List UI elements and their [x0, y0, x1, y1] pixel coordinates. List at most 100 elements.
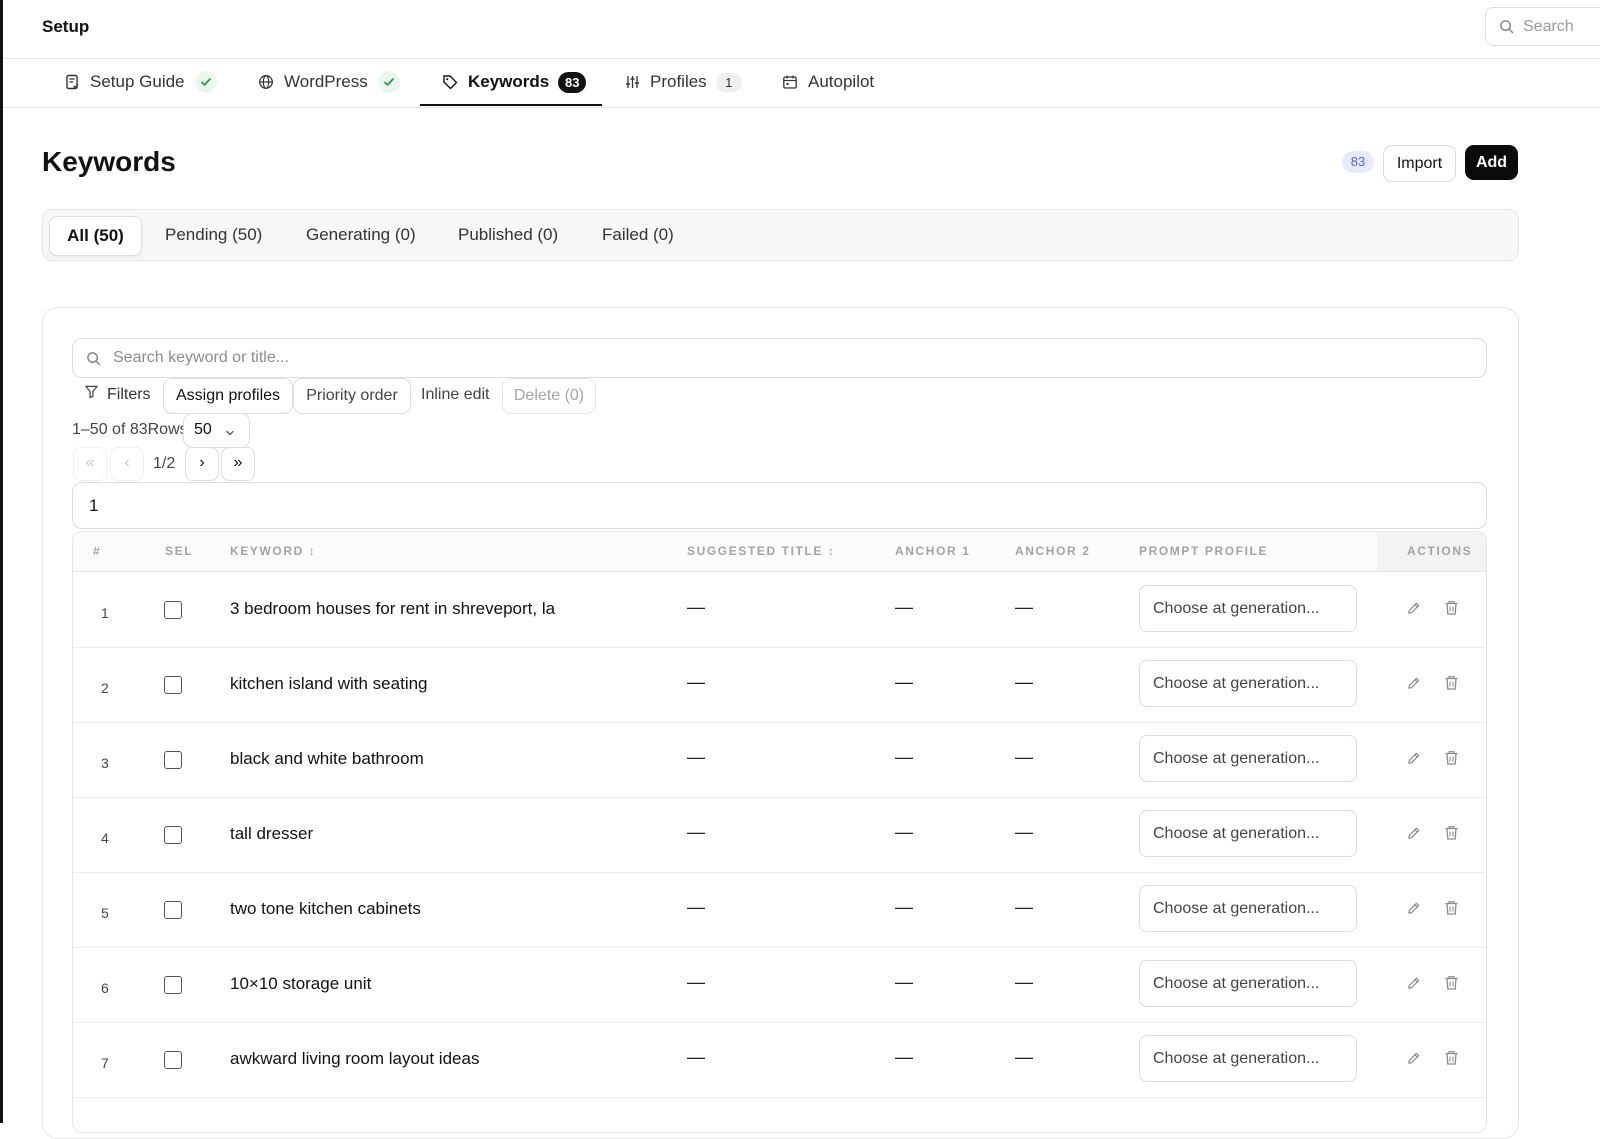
- row-suggested-title: —: [687, 1047, 705, 1067]
- header-anchor-2: ANCHOR 2: [1015, 544, 1091, 558]
- keyword-search-placeholder: Search keyword or title...: [113, 349, 290, 366]
- row-select-checkbox[interactable]: [164, 826, 182, 844]
- status-tab-all[interactable]: All (50): [49, 216, 142, 256]
- row-anchor-1: —: [895, 897, 913, 917]
- table-row: 7 awkward living room layout ideas — — — Choo…: [73, 1022, 1486, 1098]
- search-icon: [86, 351, 101, 371]
- row-anchor-1: —: [895, 597, 913, 617]
- next-page-button[interactable]: ›: [185, 447, 219, 481]
- status-tab-pending[interactable]: Pending (50): [165, 216, 262, 254]
- tab-setup-guide[interactable]: Setup Guide: [65, 58, 217, 106]
- row-keyword: kitchen island with seating: [230, 674, 428, 693]
- status-tab-generating[interactable]: Generating (0): [306, 216, 416, 254]
- row-number: 6: [101, 980, 109, 996]
- priority-order-button[interactable]: Priority order: [293, 378, 411, 414]
- row-keyword: 10×10 storage unit: [230, 974, 372, 993]
- row-prompt-profile-select[interactable]: Choose at generation...: [1139, 885, 1357, 932]
- rows-per-page-select[interactable]: 50: [183, 413, 250, 448]
- header-num: #: [93, 544, 102, 558]
- tab-count-badge: 83: [558, 71, 587, 93]
- document-check-icon: [65, 74, 80, 90]
- row-prompt-profile-select[interactable]: Choose at generation...: [1139, 660, 1357, 707]
- page-indicator: 1/2: [153, 455, 176, 472]
- window-edge: [0, 0, 3, 1123]
- row-select-checkbox[interactable]: [164, 601, 182, 619]
- first-page-button[interactable]: «: [73, 447, 107, 481]
- assign-profiles-button[interactable]: Assign profiles: [163, 378, 293, 414]
- globe-icon: [258, 74, 274, 90]
- status-tab-failed[interactable]: Failed (0): [602, 216, 674, 254]
- table-row: 6 10×10 storage unit — — — Choose at generati…: [73, 947, 1486, 1023]
- global-search-placeholder: Search: [1523, 18, 1574, 35]
- header-keyword[interactable]: KEYWORD ↕: [230, 544, 316, 558]
- row-suggested-title: —: [687, 672, 705, 692]
- pencil-icon[interactable]: [1406, 601, 1421, 621]
- row-suggested-title: —: [687, 822, 705, 842]
- tab-label: WordPress: [284, 72, 368, 91]
- pencil-icon[interactable]: [1406, 976, 1421, 996]
- row-anchor-1: —: [895, 1047, 913, 1067]
- pencil-icon[interactable]: [1406, 826, 1421, 846]
- delete-button[interactable]: Delete (0): [502, 378, 596, 414]
- last-page-button[interactable]: »: [221, 447, 255, 481]
- status-tab-published[interactable]: Published (0): [458, 216, 558, 254]
- table-header: # SEL KEYWORD ↕ SUGGESTED TITLE ↕ ANCHOR…: [73, 532, 1486, 572]
- row-prompt-profile-select[interactable]: Choose at generation...: [1139, 735, 1357, 782]
- pencil-icon[interactable]: [1406, 751, 1421, 771]
- trash-icon[interactable]: [1444, 600, 1459, 621]
- keyword-search-input[interactable]: Search keyword or title...: [72, 338, 1487, 378]
- global-search-input[interactable]: Search: [1485, 7, 1600, 46]
- trash-icon[interactable]: [1444, 975, 1459, 996]
- inline-edit-button[interactable]: Inline edit: [421, 378, 490, 412]
- row-select-checkbox[interactable]: [164, 901, 182, 919]
- row-prompt-profile-select[interactable]: Choose at generation...: [1139, 1035, 1357, 1082]
- row-select-checkbox[interactable]: [164, 751, 182, 769]
- row-suggested-title: —: [687, 747, 705, 767]
- tab-count-badge: 1: [715, 72, 742, 92]
- add-button[interactable]: Add: [1465, 145, 1518, 180]
- table-row: 1 3 bedroom houses for rent in shreveport…: [73, 572, 1486, 648]
- row-anchor-1: —: [895, 822, 913, 842]
- import-button[interactable]: Import: [1383, 145, 1456, 182]
- pencil-icon[interactable]: [1406, 676, 1421, 696]
- prompt-profile-placeholder: Choose at generation...: [1153, 750, 1320, 767]
- row-anchor-2: —: [1015, 897, 1033, 917]
- trash-icon[interactable]: [1444, 900, 1459, 921]
- prev-page-button[interactable]: ‹: [110, 447, 144, 481]
- page-number-input[interactable]: 1: [72, 482, 1487, 529]
- table-row: 2 kitchen island with seating — — — Choose at…: [73, 647, 1486, 723]
- prompt-profile-placeholder: Choose at generation...: [1153, 825, 1320, 842]
- keywords-table: # SEL KEYWORD ↕ SUGGESTED TITLE ↕ ANCHOR…: [72, 531, 1487, 1133]
- row-prompt-profile-select[interactable]: Choose at generation...: [1139, 960, 1357, 1007]
- row-number: 7: [101, 1055, 109, 1071]
- row-prompt-profile-select[interactable]: Choose at generation...: [1139, 585, 1357, 632]
- filters-button[interactable]: Filters: [84, 378, 151, 412]
- tab-keywords[interactable]: Keywords 83: [442, 58, 587, 106]
- row-select-checkbox[interactable]: [164, 1051, 182, 1069]
- row-anchor-2: —: [1015, 822, 1033, 842]
- trash-icon[interactable]: [1444, 1050, 1459, 1071]
- tab-wordpress[interactable]: WordPress: [258, 58, 400, 106]
- check-icon: [194, 71, 217, 93]
- prompt-profile-placeholder: Choose at generation...: [1153, 975, 1320, 992]
- trash-icon[interactable]: [1444, 750, 1459, 771]
- trash-icon[interactable]: [1444, 675, 1459, 696]
- header-suggested-title[interactable]: SUGGESTED TITLE ↕: [687, 544, 836, 558]
- row-prompt-profile-select[interactable]: Choose at generation...: [1139, 810, 1357, 857]
- pencil-icon[interactable]: [1406, 1051, 1421, 1071]
- row-select-checkbox[interactable]: [164, 676, 182, 694]
- tab-autopilot[interactable]: Autopilot: [782, 58, 874, 106]
- row-number: 2: [101, 680, 109, 696]
- range-text: 1–50 of 83: [72, 421, 148, 438]
- tab-profiles[interactable]: Profiles 1: [625, 58, 742, 106]
- filter-icon: [84, 378, 99, 412]
- trash-icon[interactable]: [1444, 825, 1459, 846]
- row-select-checkbox[interactable]: [164, 976, 182, 994]
- pencil-icon[interactable]: [1406, 901, 1421, 921]
- row-keyword: tall dresser: [230, 824, 314, 843]
- prompt-profile-placeholder: Choose at generation...: [1153, 900, 1320, 917]
- filters-label: Filters: [107, 386, 151, 404]
- tab-label: Setup Guide: [90, 72, 185, 91]
- row-anchor-1: —: [895, 747, 913, 767]
- row-anchor-1: —: [895, 972, 913, 992]
